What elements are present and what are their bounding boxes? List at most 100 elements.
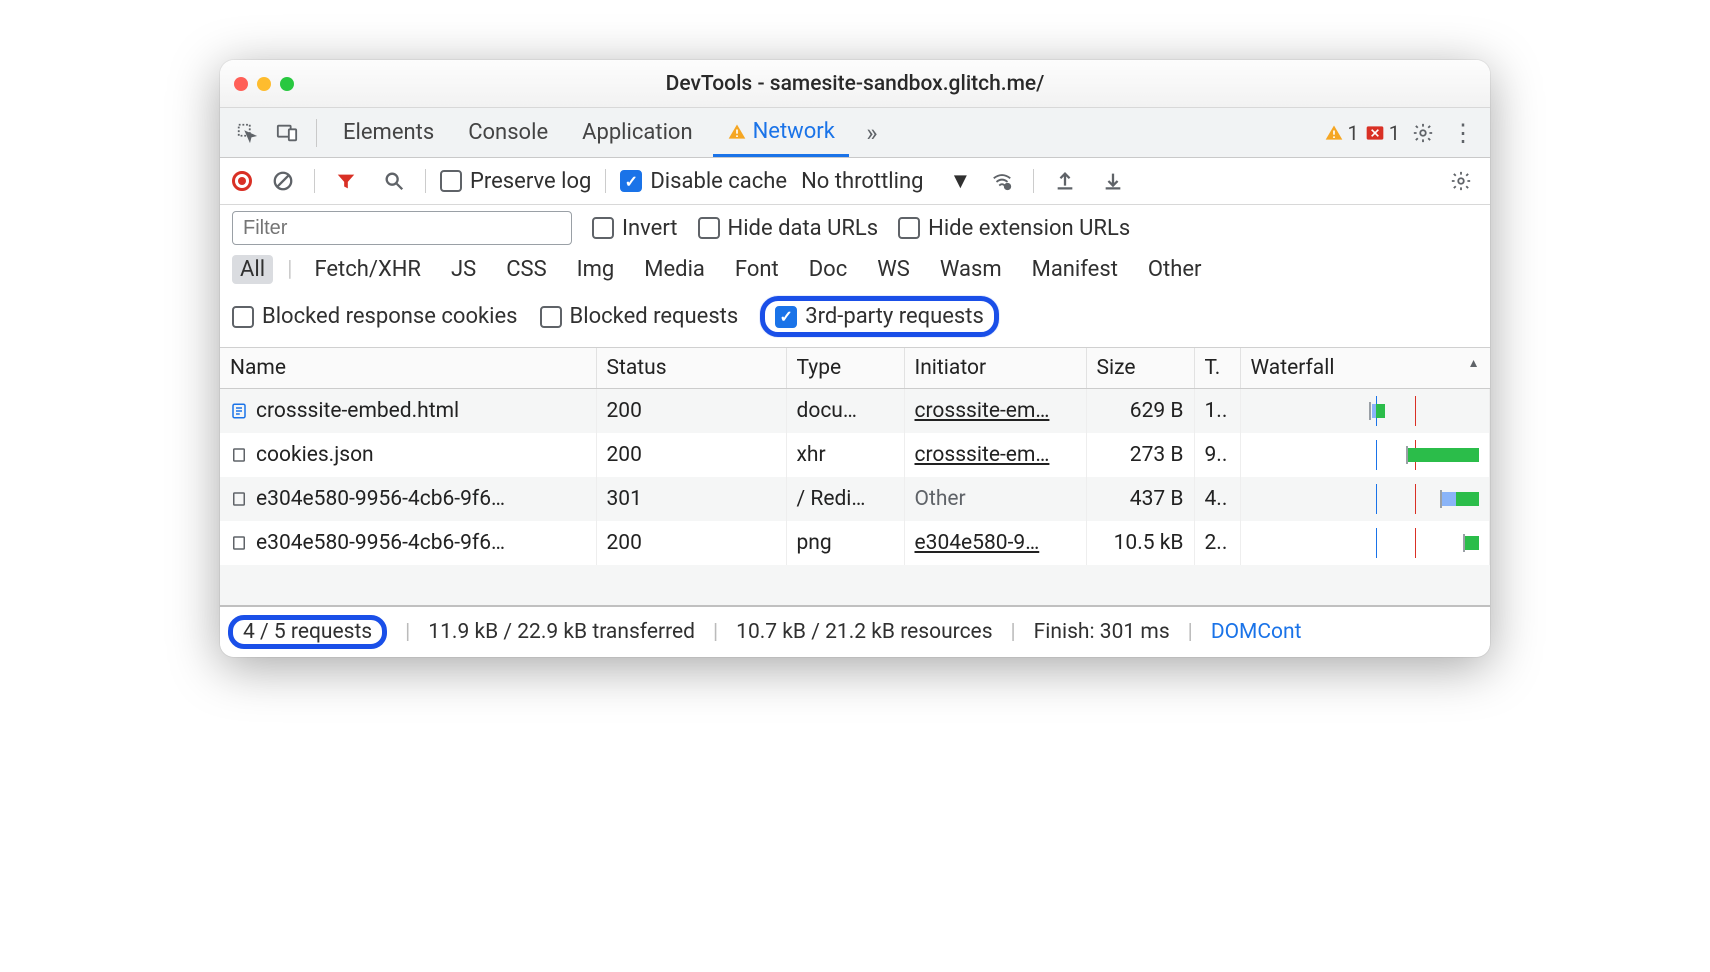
table-row[interactable]: e304e580-9956-4cb6-9f6…301/ Redi…Other43… (220, 477, 1490, 521)
file-icon (230, 446, 248, 464)
error-count[interactable]: 1 (1365, 121, 1400, 145)
search-icon[interactable] (377, 164, 411, 198)
filter-bar: Invert Hide data URLs Hide extension URL… (220, 205, 1490, 251)
warning-count[interactable]: 1 (1324, 121, 1359, 145)
third-party-checkbox[interactable]: 3rd-party requests (775, 304, 984, 329)
tab-application[interactable]: Application (568, 110, 706, 155)
devtools-window: DevTools - samesite-sandbox.glitch.me/ E… (220, 60, 1490, 657)
file-icon (230, 490, 248, 508)
type-cell: / Redi… (786, 477, 904, 521)
waterfall-cell (1240, 477, 1490, 521)
chip-css[interactable]: CSS (498, 255, 554, 284)
throttling-select[interactable]: No throttling ▼ (801, 168, 971, 194)
status-cell: 301 (596, 477, 786, 521)
waterfall-cell (1240, 389, 1490, 434)
tab-network[interactable]: Network (713, 109, 849, 157)
initiator-cell[interactable]: crosssite-em… (904, 433, 1086, 477)
col-status[interactable]: Status (596, 348, 786, 389)
time-cell: 1.. (1194, 389, 1240, 434)
size-cell: 10.5 kB (1086, 521, 1194, 565)
col-size[interactable]: Size (1086, 348, 1194, 389)
type-filter-bar: All | Fetch/XHR JS CSS Img Media Font Do… (220, 251, 1490, 292)
table-row[interactable]: cookies.json200xhrcrosssite-em…273 B9.. (220, 433, 1490, 477)
chip-doc[interactable]: Doc (801, 255, 856, 284)
blocked-requests-checkbox[interactable]: Blocked requests (540, 304, 739, 329)
network-toolbar: Preserve log Disable cache No throttling… (220, 158, 1490, 205)
chip-fetch[interactable]: Fetch/XHR (306, 255, 429, 284)
inspect-icon[interactable] (230, 116, 264, 150)
clear-icon[interactable] (266, 164, 300, 198)
chip-js[interactable]: JS (443, 255, 484, 284)
type-cell: png (786, 521, 904, 565)
error-icon (1365, 123, 1385, 143)
chip-wasm[interactable]: Wasm (932, 255, 1010, 284)
device-toggle-icon[interactable] (270, 116, 304, 150)
chip-font[interactable]: Font (727, 255, 787, 284)
blocked-cookies-checkbox[interactable]: Blocked response cookies (232, 304, 518, 329)
waterfall-cell (1240, 521, 1490, 565)
chip-img[interactable]: Img (569, 255, 623, 284)
request-name: crosssite-embed.html (256, 399, 459, 423)
finish-time: Finish: 301 ms (1034, 620, 1170, 644)
status-cell: 200 (596, 389, 786, 434)
import-har-icon[interactable] (1096, 164, 1130, 198)
divider (425, 169, 426, 193)
initiator-cell[interactable]: e304e580-9… (904, 521, 1086, 565)
initiator-cell[interactable]: Other (904, 477, 1086, 521)
table-row[interactable]: crosssite-embed.html200docu…crosssite-em… (220, 389, 1490, 434)
chip-other[interactable]: Other (1140, 255, 1210, 284)
size-cell: 437 B (1086, 477, 1194, 521)
divider (605, 169, 606, 193)
file-icon (230, 534, 248, 552)
size-cell: 273 B (1086, 433, 1194, 477)
type-cell: xhr (786, 433, 904, 477)
advanced-filter-bar: Blocked response cookies Blocked request… (220, 292, 1490, 348)
more-tabs-icon[interactable]: » (855, 116, 889, 150)
size-cell: 629 B (1086, 389, 1194, 434)
chip-manifest[interactable]: Manifest (1024, 255, 1126, 284)
col-time[interactable]: T. (1194, 348, 1240, 389)
time-cell: 2.. (1194, 521, 1240, 565)
network-settings-icon[interactable] (1444, 164, 1478, 198)
disable-cache-checkbox[interactable]: Disable cache (620, 169, 787, 194)
chevron-down-icon: ▼ (949, 168, 971, 194)
network-conditions-icon[interactable] (985, 164, 1019, 198)
invert-checkbox[interactable]: Invert (592, 216, 678, 241)
warning-icon (727, 122, 747, 142)
initiator-cell[interactable]: crosssite-em… (904, 389, 1086, 434)
warning-icon (1324, 123, 1344, 143)
hide-ext-urls-checkbox[interactable]: Hide extension URLs (898, 216, 1130, 241)
domcontent-link[interactable]: DOMCont (1211, 620, 1302, 644)
chip-all[interactable]: All (232, 255, 273, 284)
tab-console[interactable]: Console (454, 110, 562, 155)
status-bar: 4 / 5 requests | 11.9 kB / 22.9 kB trans… (220, 605, 1490, 657)
table-header-row: Name Status Type Initiator Size T. Water… (220, 348, 1490, 389)
request-name: cookies.json (256, 443, 374, 467)
table-row[interactable]: e304e580-9956-4cb6-9f6…200pnge304e580-9…… (220, 521, 1490, 565)
filter-input[interactable] (232, 211, 572, 245)
tab-elements[interactable]: Elements (329, 110, 448, 155)
col-initiator[interactable]: Initiator (904, 348, 1086, 389)
chip-ws[interactable]: WS (869, 255, 918, 284)
status-cell: 200 (596, 433, 786, 477)
waterfall-cell (1240, 433, 1490, 477)
window-title: DevTools - samesite-sandbox.glitch.me/ (220, 72, 1490, 96)
divider (1033, 169, 1034, 193)
settings-icon[interactable] (1406, 116, 1440, 150)
filter-icon[interactable] (329, 164, 363, 198)
preserve-log-checkbox[interactable]: Preserve log (440, 169, 591, 194)
col-name[interactable]: Name (220, 348, 596, 389)
record-button[interactable] (232, 171, 252, 191)
hide-data-urls-checkbox[interactable]: Hide data URLs (698, 216, 879, 241)
divider (314, 169, 315, 193)
divider (316, 119, 317, 147)
col-waterfall[interactable]: Waterfall (1240, 348, 1490, 389)
col-type[interactable]: Type (786, 348, 904, 389)
chip-media[interactable]: Media (636, 255, 713, 284)
export-har-icon[interactable] (1048, 164, 1082, 198)
titlebar: DevTools - samesite-sandbox.glitch.me/ (220, 60, 1490, 108)
time-cell: 4.. (1194, 477, 1240, 521)
kebab-menu-icon[interactable]: ⋮ (1446, 116, 1480, 150)
panel-tabs: Elements Console Application Network » 1… (220, 108, 1490, 158)
third-party-highlight: 3rd-party requests (760, 296, 999, 337)
